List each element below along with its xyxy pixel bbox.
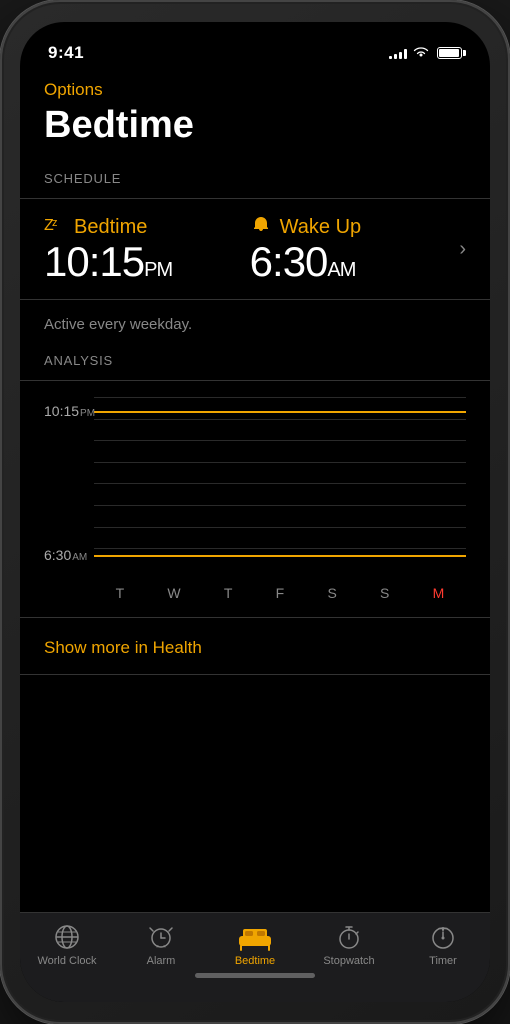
tab-timer-label: Timer bbox=[429, 955, 457, 967]
show-more-bottom-divider bbox=[20, 674, 490, 675]
signal-strength-icon bbox=[389, 47, 407, 59]
day-S2: S bbox=[380, 585, 389, 601]
schedule-bottom-divider bbox=[20, 299, 490, 300]
day-S1: S bbox=[327, 585, 336, 601]
tab-world-clock-label: World Clock bbox=[37, 955, 96, 967]
home-indicator[interactable] bbox=[195, 973, 315, 978]
schedule-section-label: SCHEDULE bbox=[44, 171, 466, 186]
sleep-icon: Z z bbox=[44, 215, 66, 239]
options-link[interactable]: Options bbox=[44, 80, 466, 100]
day-T2: T bbox=[224, 585, 233, 601]
analysis-label: ANALYSIS bbox=[44, 353, 466, 368]
tab-timer[interactable]: Timer bbox=[396, 923, 490, 967]
bedtime-item: Z z Bedtime 10:15PM bbox=[44, 215, 250, 283]
day-T1: T bbox=[116, 585, 125, 601]
tab-stopwatch-label: Stopwatch bbox=[323, 955, 374, 967]
sleep-chart: 10:15PM 6:30AM bbox=[44, 397, 466, 577]
tab-stopwatch[interactable]: Stopwatch bbox=[302, 923, 396, 967]
battery-icon bbox=[437, 47, 462, 59]
tab-bedtime-label: Bedtime bbox=[235, 955, 275, 967]
day-M: M bbox=[433, 585, 445, 601]
wakeup-chevron-icon: › bbox=[459, 238, 466, 261]
svg-text:z: z bbox=[52, 217, 58, 229]
phone-frame: 9:41 bbox=[0, 0, 510, 1024]
active-text: Active every weekday. bbox=[44, 316, 466, 333]
alarm-bell-icon bbox=[250, 215, 272, 239]
schedule-row: Z z Bedtime 10:15PM bbox=[44, 215, 466, 283]
tab-bedtime[interactable]: Bedtime bbox=[208, 923, 302, 967]
main-content: Options Bedtime SCHEDULE Z z Bedtime bbox=[20, 72, 490, 912]
analysis-divider bbox=[20, 380, 490, 381]
tab-bar: World Clock Alarm bbox=[20, 912, 490, 1002]
wakeup-item[interactable]: Wake Up 6:30AM bbox=[250, 215, 456, 283]
tab-alarm-label: Alarm bbox=[147, 955, 176, 967]
bed-icon bbox=[241, 923, 269, 951]
mute-button[interactable] bbox=[0, 142, 2, 177]
page-title: Bedtime bbox=[44, 104, 466, 147]
chart-wakeup-label: 6:30AM bbox=[44, 547, 87, 563]
globe-icon bbox=[53, 923, 81, 951]
stopwatch-icon bbox=[335, 923, 363, 951]
tab-world-clock[interactable]: World Clock bbox=[20, 923, 114, 967]
schedule-divider bbox=[20, 198, 490, 199]
day-W: W bbox=[167, 585, 180, 601]
wakeup-label: Wake Up bbox=[280, 216, 362, 239]
day-F: F bbox=[276, 585, 285, 601]
volume-down-button[interactable] bbox=[0, 272, 2, 337]
bedtime-header: Z z Bedtime bbox=[44, 215, 250, 239]
wakeup-time: 6:30AM bbox=[250, 241, 456, 283]
chart-bedtime-label: 10:15PM bbox=[44, 403, 95, 419]
tab-alarm[interactable]: Alarm bbox=[114, 923, 208, 967]
status-icons bbox=[389, 46, 462, 61]
bedtime-label: Bedtime bbox=[74, 216, 147, 239]
show-more-divider bbox=[20, 617, 490, 618]
show-more-health-link[interactable]: Show more in Health bbox=[44, 638, 466, 658]
bedtime-time: 10:15PM bbox=[44, 241, 250, 283]
phone-screen: 9:41 bbox=[20, 22, 490, 1002]
analysis-section: ANALYSIS 10:15PM bbox=[44, 353, 466, 601]
wakeup-header: Wake Up bbox=[250, 215, 456, 239]
timer-icon bbox=[429, 923, 457, 951]
notch bbox=[180, 22, 330, 52]
alarm-icon bbox=[147, 923, 175, 951]
wifi-icon bbox=[413, 46, 429, 61]
status-time: 9:41 bbox=[48, 43, 84, 63]
volume-up-button[interactable] bbox=[0, 192, 2, 257]
days-row: T W T F S S M bbox=[44, 585, 466, 601]
